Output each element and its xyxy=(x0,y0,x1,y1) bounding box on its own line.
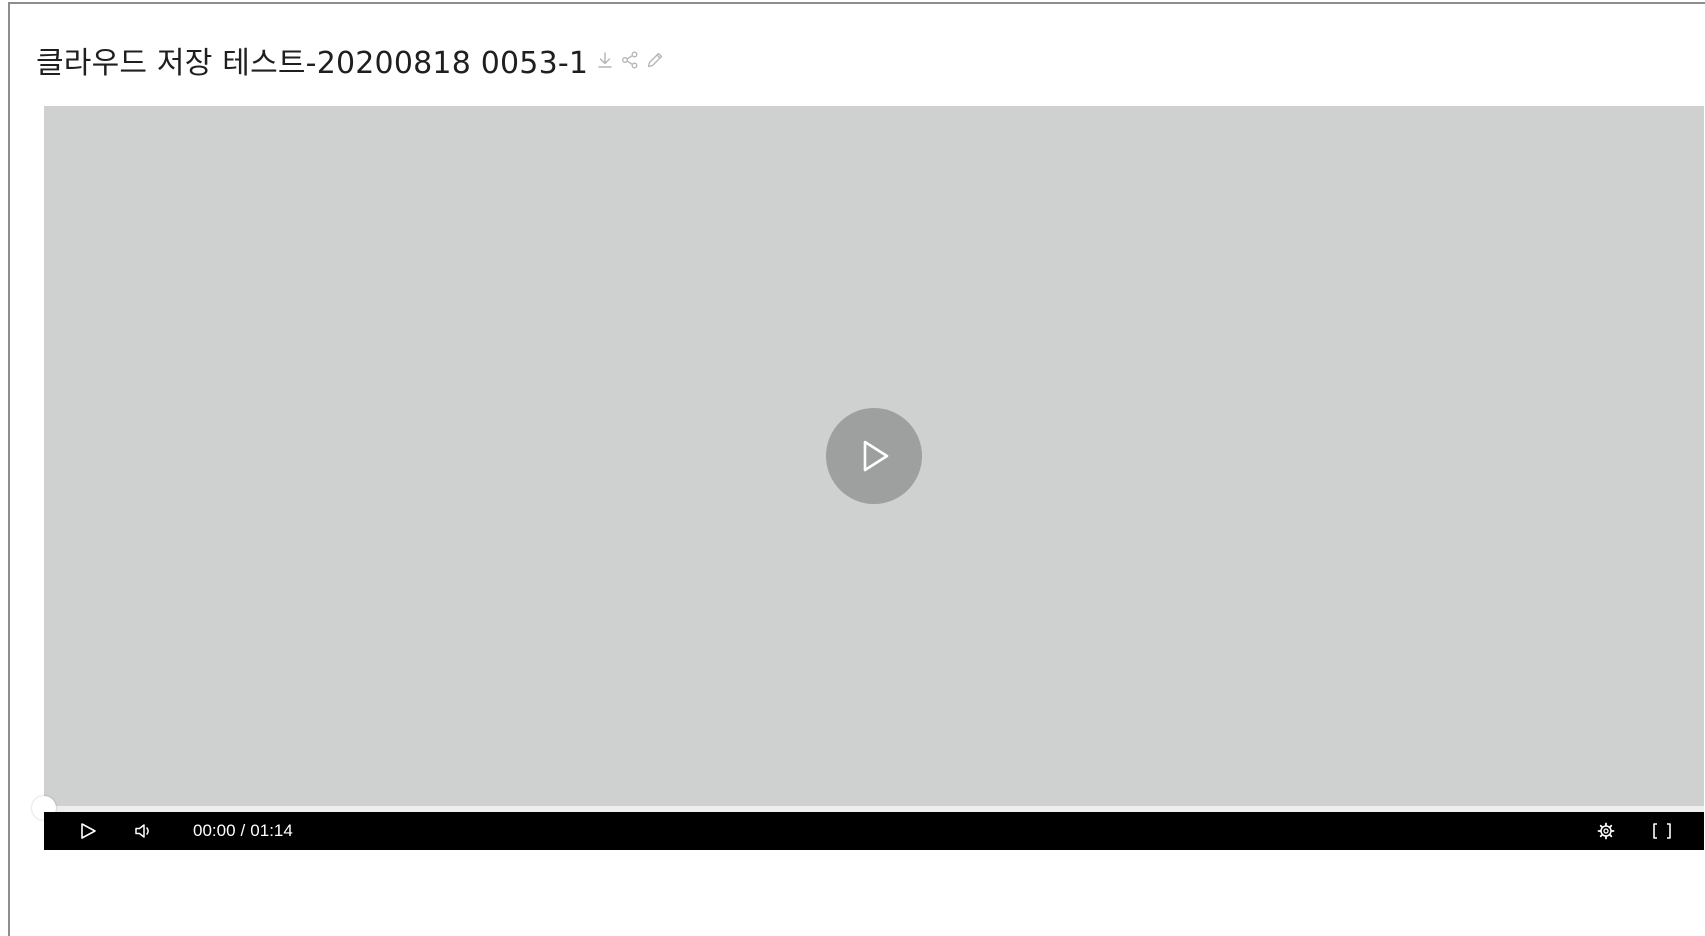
control-bar: 00:00/01:14 xyxy=(44,812,1704,850)
play-button[interactable] xyxy=(72,812,104,850)
video-player[interactable]: 00:00/01:14 xyxy=(32,106,1704,850)
edit-pencil-icon[interactable] xyxy=(644,49,666,71)
video-title-row: 클라우드 저장 테스트-20200818 0053-1 xyxy=(36,38,666,82)
duration: 01:14 xyxy=(250,821,293,840)
time-display: 00:00/01:14 xyxy=(193,812,293,850)
share-icon[interactable] xyxy=(619,49,641,71)
fullscreen-button[interactable] xyxy=(1646,812,1678,850)
fullscreen-icon xyxy=(1653,823,1671,839)
big-play-button[interactable] xyxy=(826,408,922,504)
page-frame: 클라우드 저장 테스트-20200818 0053-1 00:00 / 01:1… xyxy=(8,2,1705,936)
settings-gear-icon xyxy=(1597,822,1615,840)
video-title: 클라우드 저장 테스트-20200818 0053-1 xyxy=(36,46,589,81)
time-separator: / xyxy=(240,821,246,840)
play-icon xyxy=(81,823,96,839)
download-icon[interactable] xyxy=(594,49,616,71)
settings-button[interactable] xyxy=(1590,812,1622,850)
volume-icon xyxy=(135,824,149,838)
volume-button[interactable] xyxy=(128,812,160,850)
current-time: 00:00 xyxy=(193,821,236,840)
play-icon xyxy=(863,440,889,472)
title-actions xyxy=(594,49,666,71)
